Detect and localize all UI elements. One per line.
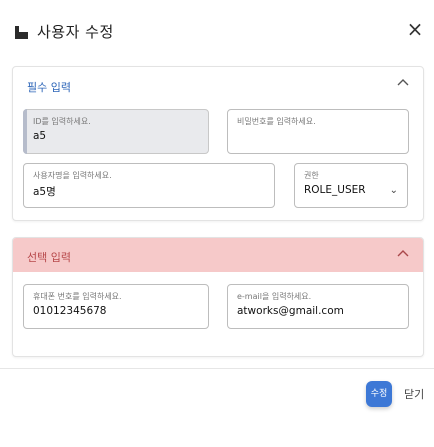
field-accent-bar — [23, 109, 27, 154]
phone-label: 휴대폰 번호를 입력하세요. — [33, 292, 122, 301]
email-value: atworks@gmail.com — [237, 305, 344, 317]
required-section-title: 필수 입력 — [27, 81, 71, 94]
required-section: 필수 입력 ID를 입력하세요. a5 비밀번호를 입력하세요. 사용자명을 입… — [12, 66, 424, 221]
dialog-header: 사용자 수정 × — [0, 0, 434, 62]
user-edit-icon — [15, 26, 28, 39]
role-label: 권한 — [304, 171, 319, 180]
role-value: ROLE_USER — [304, 184, 366, 196]
footer-divider — [0, 368, 434, 369]
email-field[interactable]: e-mail을 입력하세요. atworks@gmail.com — [227, 284, 409, 329]
chevron-up-icon[interactable] — [395, 75, 411, 91]
optional-section-header[interactable]: 선택 입력 — [13, 238, 423, 272]
password-field[interactable]: 비밀번호를 입력하세요. — [227, 109, 409, 154]
user-id-value: a5 — [33, 130, 47, 142]
edit-button[interactable]: 수정 — [366, 381, 392, 407]
required-section-header[interactable]: 필수 입력 — [13, 67, 423, 103]
chevron-up-icon[interactable] — [395, 246, 411, 262]
user-name-field[interactable]: 사용자명을 입력하세요. a5명 — [23, 163, 275, 208]
user-id-field[interactable]: ID를 입력하세요. a5 — [23, 109, 209, 154]
user-id-label: ID를 입력하세요. — [33, 117, 91, 126]
password-label: 비밀번호를 입력하세요. — [237, 117, 316, 126]
phone-field[interactable]: 휴대폰 번호를 입력하세요. 01012345678 — [23, 284, 209, 329]
email-label: e-mail을 입력하세요. — [237, 292, 312, 301]
phone-value: 01012345678 — [33, 305, 107, 317]
chevron-down-icon[interactable]: ⌄ — [390, 185, 398, 196]
user-name-label: 사용자명을 입력하세요. — [33, 171, 112, 180]
close-icon[interactable]: × — [404, 18, 426, 40]
close-button[interactable]: 닫기 — [404, 386, 424, 402]
optional-section-title: 선택 입력 — [27, 251, 71, 264]
role-select[interactable]: 권한 ROLE_USER ⌄ — [294, 163, 408, 208]
user-name-value: a5명 — [33, 186, 56, 198]
dialog-title: 사용자 수정 — [37, 23, 114, 41]
optional-section: 선택 입력 휴대폰 번호를 입력하세요. 01012345678 e-mail을… — [12, 237, 424, 357]
